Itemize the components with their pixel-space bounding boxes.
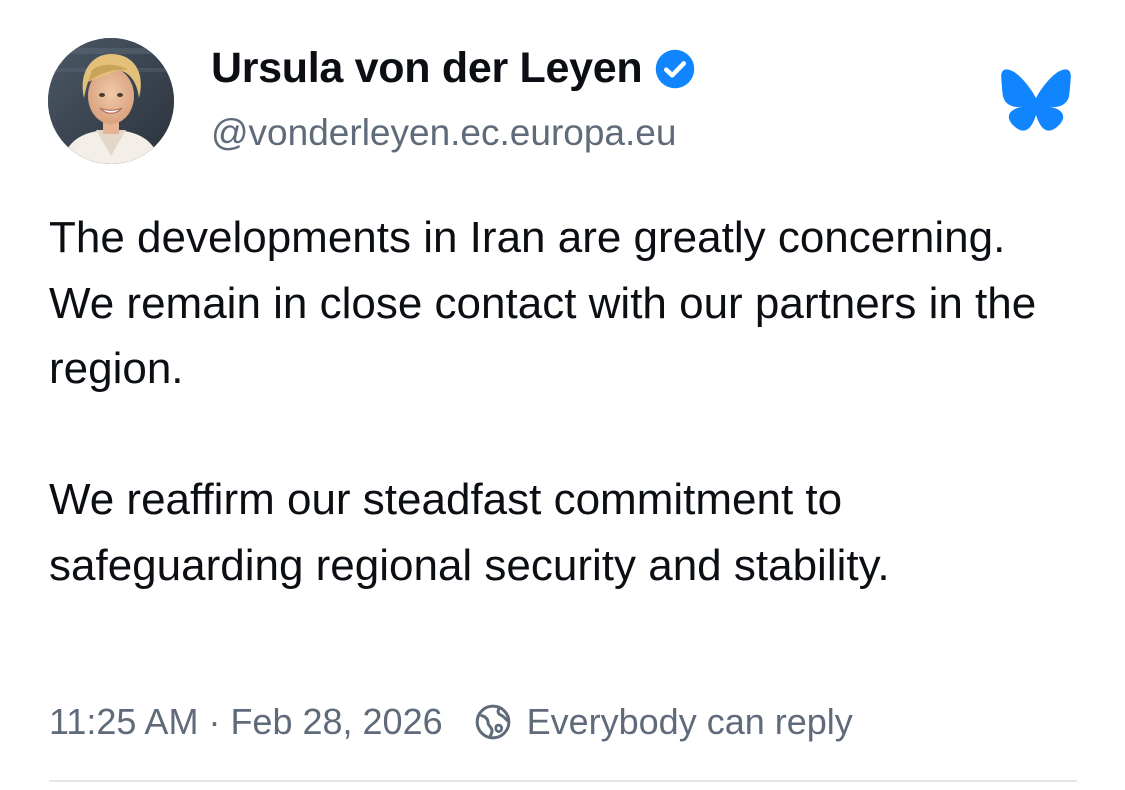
author-handle[interactable]: @vonderleyen.ec.europa.eu — [211, 112, 676, 154]
meta-separator: · — [208, 701, 221, 742]
post-time[interactable]: 11:25 AM — [49, 701, 198, 743]
globe-icon — [473, 702, 513, 742]
post-meta: 11:25 AM · Feb 28, 2026 Everybody can re… — [49, 698, 853, 746]
author-name[interactable]: Ursula von der Leyen — [211, 44, 643, 93]
reply-setting-label: Everybody can reply — [526, 701, 853, 742]
author-name-row: Ursula von der Leyen — [211, 44, 696, 93]
post-card: Ursula von der Leyen @vonderleyen.ec.eur… — [0, 0, 1125, 790]
post-paragraph: The developments in Iran are greatly con… — [49, 213, 1037, 393]
post-paragraph: We reaffirm our steadfast commitment to … — [49, 475, 890, 590]
bluesky-butterfly-icon — [1000, 68, 1072, 132]
post-date[interactable]: Feb 28, 2026 — [230, 701, 442, 743]
post-text: The developments in Iran are greatly con… — [49, 205, 1069, 598]
avatar-photo — [48, 38, 174, 164]
author-avatar[interactable] — [48, 38, 174, 164]
verified-badge-icon[interactable] — [654, 48, 696, 90]
divider — [49, 780, 1077, 782]
reply-setting[interactable]: Everybody can reply — [473, 701, 853, 743]
